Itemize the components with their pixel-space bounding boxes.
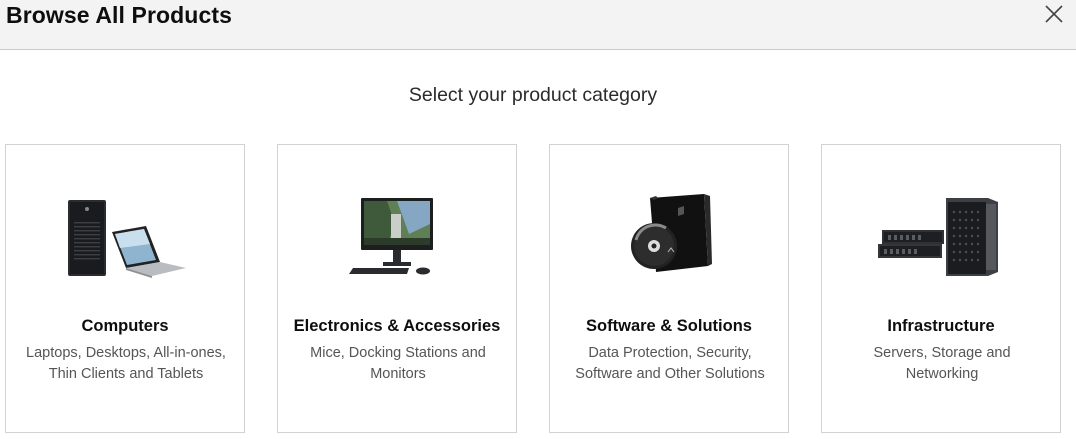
category-card-infrastructure[interactable]: Infrastructure Servers, Storage and Netw… bbox=[821, 144, 1061, 433]
card-description: Data Protection, Security, Software and … bbox=[575, 345, 765, 382]
computers-image bbox=[6, 187, 244, 287]
card-description: Mice, Docking Stations and Monitors bbox=[310, 345, 486, 382]
card-description: Laptops, Desktops, All-in-ones, Thin Cli… bbox=[26, 345, 226, 382]
close-icon bbox=[1045, 5, 1063, 23]
category-card-electronics-accessories[interactable]: Electronics & Accessories Mice, Docking … bbox=[277, 144, 517, 433]
card-title: Infrastructure bbox=[887, 317, 995, 335]
card-title: Software & Solutions bbox=[586, 317, 752, 335]
modal-title: Browse All Products bbox=[6, 2, 232, 28]
card-title: Computers bbox=[81, 317, 169, 335]
card-title: Electronics & Accessories bbox=[293, 317, 501, 335]
category-prompt: Select your product category bbox=[408, 84, 658, 106]
category-card-computers[interactable]: Computers Laptops, Desktops, All-in-ones… bbox=[5, 144, 245, 433]
infrastructure-image bbox=[822, 187, 1060, 287]
category-card-software-solutions[interactable]: Software & Solutions Data Protection, Se… bbox=[549, 144, 789, 433]
card-description: Servers, Storage and Networking bbox=[873, 345, 1011, 382]
close-button[interactable] bbox=[1042, 2, 1066, 26]
modal-header: Browse All Products bbox=[0, 0, 1076, 50]
electronics-accessories-image bbox=[278, 187, 516, 287]
software-solutions-image bbox=[550, 187, 788, 287]
